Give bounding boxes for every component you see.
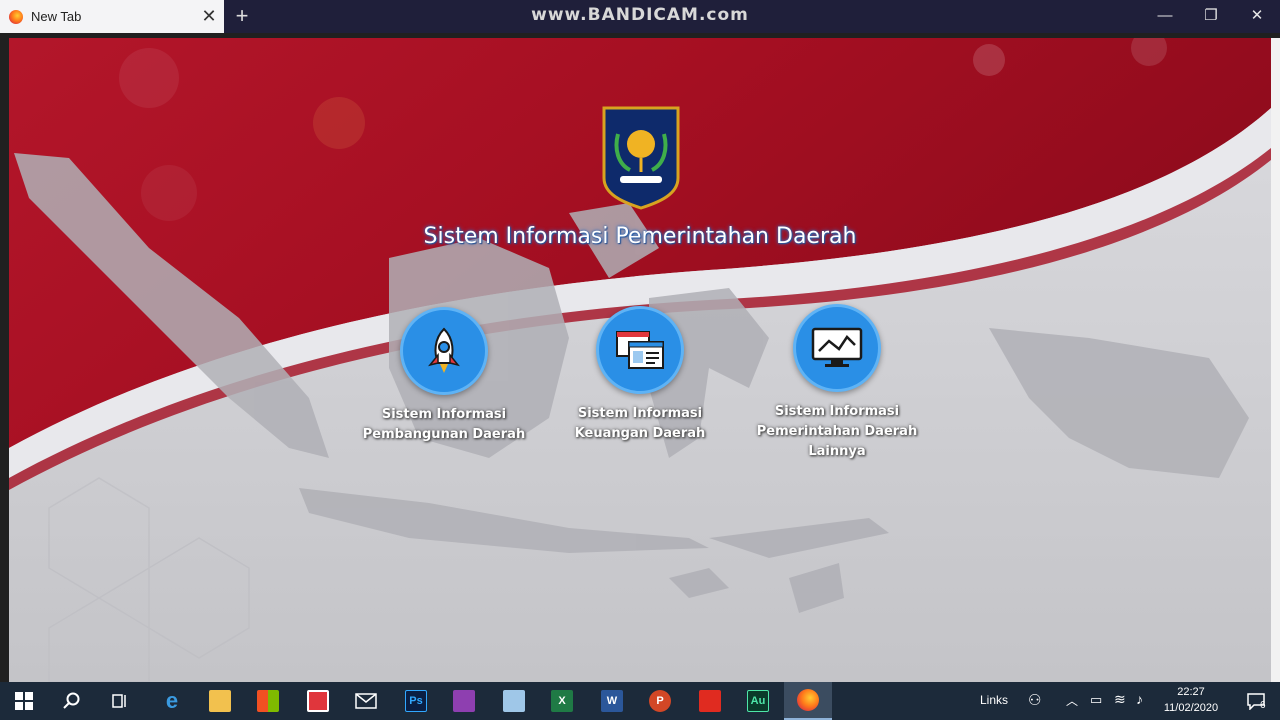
taskbar-firefox[interactable] bbox=[784, 682, 832, 720]
acrobat-icon bbox=[699, 690, 721, 712]
start-icon bbox=[15, 692, 33, 710]
start-button[interactable] bbox=[0, 682, 48, 720]
file-explorer-icon bbox=[209, 690, 231, 712]
task-view-button[interactable] bbox=[96, 682, 144, 720]
garuda-emblem-icon bbox=[602, 106, 680, 210]
scrollbar-area bbox=[1271, 38, 1280, 682]
pdf-tool-icon bbox=[453, 690, 475, 712]
restore-button[interactable]: ❐ bbox=[1188, 0, 1234, 33]
taskbar-notepad[interactable] bbox=[490, 682, 538, 720]
taskbar-audition[interactable]: Au bbox=[734, 682, 782, 720]
bandicam-watermark: www.BANDICAM.com bbox=[531, 5, 749, 25]
people-icon[interactable]: ⚇ bbox=[1028, 691, 1041, 709]
taskbar-gift[interactable] bbox=[294, 682, 342, 720]
menu-circle[interactable] bbox=[793, 304, 881, 392]
system-clock[interactable]: 22:27 11/02/2020 bbox=[1158, 684, 1224, 716]
audition-icon: Au bbox=[747, 690, 769, 712]
menu-item-lainnya[interactable]: Sistem Informasi Pemerintahan Daerah Lai… bbox=[747, 304, 927, 462]
page-content: Sistem Informasi Pemerintahan Daerah Sis… bbox=[9, 38, 1271, 682]
volume-icon[interactable]: ♪ bbox=[1136, 691, 1143, 707]
wifi-icon[interactable]: ≋ bbox=[1114, 691, 1126, 708]
taskbar-photoshop[interactable]: Ps bbox=[392, 682, 440, 720]
windows-panel-icon bbox=[616, 331, 664, 369]
close-window-button[interactable]: ✕ bbox=[1234, 0, 1280, 33]
taskbar-word[interactable]: W bbox=[588, 682, 636, 720]
menu-label: Sistem Informasi Pembangunan Daerah bbox=[362, 407, 526, 442]
taskbar-pdf-tool[interactable] bbox=[440, 682, 488, 720]
task-view-icon bbox=[112, 694, 126, 708]
menu-item-keuangan[interactable]: Sistem Informasi Keuangan Daerah bbox=[550, 306, 730, 444]
firefox-icon bbox=[797, 689, 819, 711]
notepad-icon bbox=[503, 690, 525, 712]
notification-count: 6 bbox=[1260, 700, 1266, 711]
minimize-button[interactable]: — bbox=[1142, 0, 1188, 33]
menu-circle[interactable] bbox=[596, 306, 684, 394]
battery-icon[interactable]: ▭ bbox=[1090, 692, 1102, 708]
chevron-up-icon[interactable]: ︿ bbox=[1066, 692, 1078, 709]
taskbar-file-explorer[interactable] bbox=[196, 682, 244, 720]
word-icon: W bbox=[601, 690, 623, 712]
monitor-chart-icon bbox=[811, 327, 863, 367]
browser-titlebar: New Tab ✕ + www.BANDICAM.com — ❐ ✕ bbox=[0, 0, 1280, 33]
links-toolbar[interactable]: Links bbox=[980, 693, 1008, 707]
notification-center-button[interactable]: 6 bbox=[1232, 682, 1280, 720]
photoshop-icon: Ps bbox=[405, 690, 427, 712]
excel-icon: X bbox=[551, 690, 573, 712]
clock-time: 22:27 bbox=[1177, 686, 1205, 698]
store-icon bbox=[257, 690, 279, 712]
windows-taskbar: e Ps X W P Au Links ⚇ ︿ ▭ ≋ ♪ 22:27 11/0… bbox=[0, 682, 1280, 720]
menu-circle[interactable] bbox=[400, 307, 488, 395]
menu-label: Sistem Informasi Pemerintahan Daerah Lai… bbox=[756, 404, 918, 459]
clock-date: 11/02/2020 bbox=[1163, 702, 1219, 714]
page-title: Sistem Informasi Pemerintahan Daerah bbox=[423, 224, 857, 249]
taskbar-mail[interactable] bbox=[342, 682, 390, 720]
mail-icon bbox=[355, 693, 377, 709]
powerpoint-icon: P bbox=[649, 690, 671, 712]
rocket-icon bbox=[428, 327, 460, 373]
menu-label: Sistem Informasi Keuangan Daerah bbox=[574, 406, 706, 441]
edge-icon: e bbox=[165, 688, 179, 713]
search-icon bbox=[63, 692, 80, 709]
taskbar-edge[interactable]: e bbox=[148, 682, 196, 720]
taskbar-acrobat[interactable] bbox=[686, 682, 734, 720]
gift-icon bbox=[307, 690, 329, 712]
menu-item-pembangunan[interactable]: Sistem Informasi Pembangunan Daerah bbox=[354, 307, 534, 445]
taskbar-powerpoint[interactable]: P bbox=[636, 682, 684, 720]
search-button[interactable] bbox=[48, 682, 96, 720]
taskbar-store[interactable] bbox=[244, 682, 292, 720]
taskbar-excel[interactable]: X bbox=[538, 682, 586, 720]
